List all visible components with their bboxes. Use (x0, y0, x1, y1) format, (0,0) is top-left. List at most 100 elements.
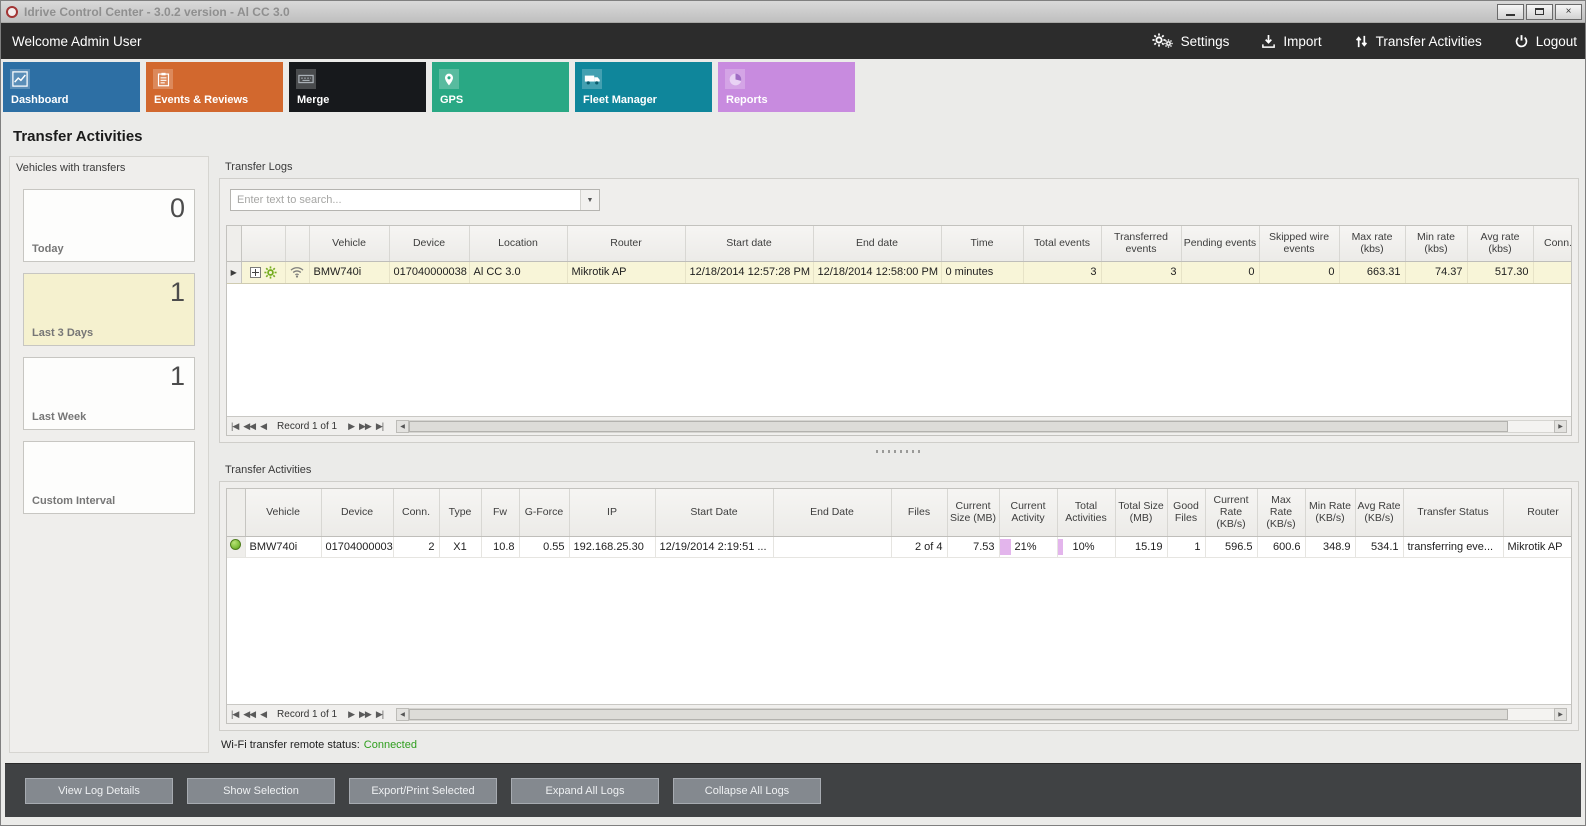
pager-first-icon[interactable]: |◀ (231, 421, 238, 432)
transfer-activities-button[interactable]: Transfer Activities (1354, 34, 1482, 49)
search-dropdown-button[interactable]: ▼ (580, 190, 599, 210)
pager-fast-prev-icon[interactable]: ◀◀ (243, 709, 255, 720)
col-total-events[interactable]: Total events (1023, 226, 1101, 261)
acol-good-files[interactable]: Good Files (1167, 489, 1205, 536)
col-avg-rate[interactable]: Avg rate (kbs) (1467, 226, 1533, 261)
acol-fw[interactable]: Fw (481, 489, 519, 536)
acell-fw: 10.8 (481, 536, 519, 557)
acol-ip[interactable]: IP (569, 489, 655, 536)
card-last-3-days[interactable]: 1 Last 3 Days (23, 273, 195, 346)
acol-vehicle[interactable]: Vehicle (245, 489, 321, 536)
pager-next-icon[interactable]: ▶ (348, 421, 354, 432)
focus-arrow-icon: ▶ (231, 268, 237, 277)
scroll-left-icon[interactable]: ◀ (396, 420, 409, 433)
splitter-handle[interactable] (876, 450, 922, 453)
tile-dashboard[interactable]: Dashboard (3, 62, 140, 112)
tile-reports[interactable]: Reports (718, 62, 855, 112)
transfer-log-row[interactable]: ▶ BMW740i 017040000038 Al CC 3.0 (227, 261, 1572, 283)
logout-button[interactable]: Logout (1514, 34, 1577, 49)
import-icon (1261, 34, 1276, 49)
col-vehicle[interactable]: Vehicle (309, 226, 389, 261)
acol-g-force[interactable]: G-Force (519, 489, 569, 536)
col-conn[interactable]: Conn. (1533, 226, 1572, 261)
acol-router[interactable]: Router (1503, 489, 1572, 536)
expand-all-logs-button[interactable]: Expand All Logs (511, 778, 659, 804)
card-last-week[interactable]: 1 Last Week (23, 357, 195, 430)
search-input[interactable] (231, 190, 580, 210)
col-time[interactable]: Time (941, 226, 1023, 261)
maximize-button[interactable] (1526, 4, 1553, 20)
acol-start-date[interactable]: Start Date (655, 489, 773, 536)
transfer-activities-label: Transfer Activities (1376, 34, 1482, 49)
scroll-thumb[interactable] (409, 709, 1508, 720)
view-log-details-button[interactable]: View Log Details (25, 778, 173, 804)
import-button[interactable]: Import (1261, 34, 1321, 49)
acol-end-date[interactable]: End Date (773, 489, 891, 536)
acol-avg-rate[interactable]: Avg Rate (KB/s) (1355, 489, 1403, 536)
scroll-track[interactable] (409, 420, 1554, 433)
acol-type[interactable]: Type (439, 489, 481, 536)
act-row-indicator-header (227, 489, 245, 536)
col-device[interactable]: Device (389, 226, 469, 261)
scroll-track[interactable] (409, 708, 1554, 721)
activities-horizontal-scrollbar[interactable]: ◀ ▶ (396, 708, 1567, 721)
scroll-right-icon[interactable]: ▶ (1554, 708, 1567, 721)
acol-total-size[interactable]: Total Size (MB) (1115, 489, 1167, 536)
tile-dashboard-label: Dashboard (11, 94, 68, 106)
acol-current-activity[interactable]: Current Activity (999, 489, 1057, 536)
col-location[interactable]: Location (469, 226, 567, 261)
col-skipped-wire-events[interactable]: Skipped wire events (1259, 226, 1339, 261)
col-min-rate[interactable]: Min rate (kbs) (1405, 226, 1467, 261)
card-custom-interval[interactable]: Custom Interval (23, 441, 195, 514)
col-start-date[interactable]: Start date (685, 226, 813, 261)
pager-fast-prev-icon[interactable]: ◀◀ (243, 421, 255, 432)
expand-plus-icon[interactable] (250, 267, 261, 278)
collapse-all-logs-button[interactable]: Collapse All Logs (673, 778, 821, 804)
pager-prev-icon[interactable]: ◀ (260, 421, 266, 432)
pager-first-icon[interactable]: |◀ (231, 709, 238, 720)
col-transferred-events[interactable]: Transferred events (1101, 226, 1181, 261)
pager-last-icon[interactable]: ▶| (376, 421, 383, 432)
tile-merge[interactable]: Merge (289, 62, 426, 112)
acol-min-rate[interactable]: Min Rate (KB/s) (1305, 489, 1355, 536)
cell-skipped-wire-events: 0 (1259, 261, 1339, 283)
pager-prev-icon[interactable]: ◀ (260, 709, 266, 720)
wifi-status-value: Connected (364, 739, 417, 751)
tile-fleet-manager[interactable]: Fleet Manager (575, 62, 712, 112)
col-router[interactable]: Router (567, 226, 685, 261)
acol-max-rate[interactable]: Max Rate (KB/s) (1257, 489, 1305, 536)
minimize-button[interactable] (1497, 4, 1524, 20)
acol-conn[interactable]: Conn. (393, 489, 439, 536)
acol-files[interactable]: Files (891, 489, 947, 536)
scroll-thumb[interactable] (409, 421, 1508, 432)
settings-button[interactable]: Settings (1152, 32, 1230, 50)
export-print-selected-button[interactable]: Export/Print Selected (349, 778, 497, 804)
pager-fast-next-icon[interactable]: ▶▶ (359, 421, 371, 432)
acol-current-size[interactable]: Current Size (MB) (947, 489, 999, 536)
cell-avg-rate: 517.30 (1467, 261, 1533, 283)
col-end-date[interactable]: End date (813, 226, 941, 261)
pager-last-icon[interactable]: ▶| (376, 709, 383, 720)
close-button[interactable]: × (1555, 4, 1582, 20)
pager-next-icon[interactable]: ▶ (348, 709, 354, 720)
col-max-rate[interactable]: Max rate (kbs) (1339, 226, 1405, 261)
scroll-left-icon[interactable]: ◀ (396, 708, 409, 721)
tile-events-reviews[interactable]: Events & Reviews (146, 62, 283, 112)
acol-transfer-status[interactable]: Transfer Status (1403, 489, 1503, 536)
acol-device[interactable]: Device (321, 489, 393, 536)
logs-horizontal-scrollbar[interactable]: ◀ ▶ (396, 420, 1567, 433)
acol-current-rate[interactable]: Current Rate (KB/s) (1205, 489, 1257, 536)
pager-fast-next-icon[interactable]: ▶▶ (359, 709, 371, 720)
acol-total-activities[interactable]: Total Activities (1057, 489, 1115, 536)
tile-gps[interactable]: GPS (432, 62, 569, 112)
show-selection-button[interactable]: Show Selection (187, 778, 335, 804)
acell-start-date: 12/19/2014 2:19:51 ... (655, 536, 773, 557)
row-expand-cell[interactable] (241, 261, 285, 283)
cell-start-date: 12/18/2014 12:57:28 PM (685, 261, 813, 283)
scroll-right-icon[interactable]: ▶ (1554, 420, 1567, 433)
col-pending-events[interactable]: Pending events (1181, 226, 1259, 261)
card-today[interactable]: 0 Today (23, 189, 195, 262)
acell-conn: 2 (393, 536, 439, 557)
acell-device: 017040000038 (321, 536, 393, 557)
transfer-activity-row[interactable]: BMW740i 017040000038 2 X1 10.8 0.55 192.… (227, 536, 1572, 557)
